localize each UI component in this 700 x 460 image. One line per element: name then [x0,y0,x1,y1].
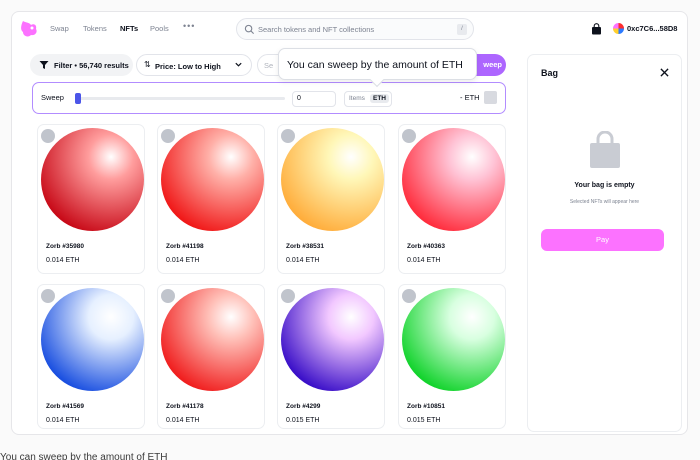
close-icon[interactable] [660,68,669,77]
nft-card[interactable]: Zorb #35980 0.014 ETH [37,124,145,274]
download-icon[interactable] [281,129,295,143]
nav-swap[interactable]: Swap [50,24,69,33]
download-icon[interactable] [281,289,295,303]
app-window: Swap Tokens NFTs Pools ••• / 0xc7C6...58… [11,11,688,435]
caption-text: You can sweep by the amount of ETH [0,452,168,460]
collection-search-placeholder: Se [264,61,274,70]
pay-button[interactable]: Pay [541,229,664,251]
nft-price: 0.015 ETH [286,417,320,424]
zorb-orb [281,128,384,231]
uniswap-logo-icon[interactable] [17,17,41,41]
download-icon[interactable] [402,289,416,303]
zorb-orb [41,128,144,231]
sweep-label: Sweep [41,93,64,102]
chevron-down-icon [235,62,242,67]
nft-card[interactable]: Zorb #10851 0.015 ETH [398,284,506,429]
tooltip-text: You can sweep by the amount of ETH [287,59,463,71]
nft-card[interactable]: Zorb #41178 0.014 ETH [157,284,265,429]
sweep-eth-total: - ETH [460,93,480,102]
sort-dropdown[interactable]: ⇅ Price: Low to High [136,54,252,76]
nft-price: 0.015 ETH [407,417,441,424]
bag-icon[interactable] [591,23,602,35]
search-input[interactable] [258,23,448,36]
sweep-unit-toggle[interactable]: Items ETH [344,91,392,107]
zorb-orb [161,128,264,231]
sweep-checkbox[interactable] [484,91,497,104]
nft-name: Zorb #10851 [407,403,445,410]
more-menu-icon[interactable]: ••• [183,21,195,31]
zorb-orb [281,288,384,391]
bag-empty-subtext: Selected NFTs will appear here [569,199,640,205]
search-shortcut-key: / [457,24,467,35]
nft-price: 0.014 ETH [166,417,200,424]
zorb-orb [402,288,505,391]
empty-bag-icon [590,131,620,168]
nft-image[interactable] [399,125,505,233]
pay-button-label: Pay [596,235,609,244]
sweep-button-label: weep [483,60,502,69]
download-icon[interactable] [161,289,175,303]
nav-nfts[interactable]: NFTs [120,24,138,33]
nft-card[interactable]: Zorb #41198 0.014 ETH [157,124,265,274]
global-search[interactable]: / [236,18,474,40]
nft-price: 0.014 ETH [46,257,80,264]
nft-card[interactable]: Zorb #40363 0.014 ETH [398,124,506,274]
download-icon[interactable] [161,129,175,143]
top-nav: Swap Tokens NFTs Pools ••• / 0xc7C6...58… [12,12,687,50]
nft-name: Zorb #41178 [166,403,204,410]
zorb-orb [402,128,505,231]
nft-image[interactable] [399,285,505,393]
nft-price: 0.014 ETH [286,257,320,264]
wallet-address[interactable]: 0xc7C6...58D8 [627,24,677,33]
nft-image[interactable] [278,285,384,393]
bag-title: Bag [541,68,559,78]
filter-icon [39,61,49,69]
bag-empty-text: Your bag is empty [574,182,635,189]
nft-image[interactable] [158,285,264,393]
sort-arrows-icon: ⇅ [144,60,151,69]
nft-name: Zorb #35980 [46,243,84,250]
bag-panel: Bag Your bag is empty Selected NFTs will… [527,54,682,432]
filter-button[interactable]: Filter • 56,740 results [30,54,133,76]
nft-card[interactable]: Zorb #38531 0.014 ETH [277,124,385,274]
sweep-panel: Sweep 0 Items ETH - ETH [32,82,506,114]
nav-tokens[interactable]: Tokens [83,24,107,33]
zorb-orb [161,288,264,391]
nft-image[interactable] [158,125,264,233]
nft-name: Zorb #38531 [286,243,324,250]
sort-label: Price: Low to High [155,62,221,71]
nft-name: Zorb #41569 [46,403,84,410]
toggle-eth[interactable]: ETH [370,94,389,103]
download-icon[interactable] [402,129,416,143]
nft-name: Zorb #40363 [407,243,445,250]
wallet-avatar[interactable] [613,23,624,34]
nft-image[interactable] [38,125,144,233]
sweep-amount-input[interactable]: 0 [292,91,336,107]
nft-price: 0.014 ETH [166,257,200,264]
nav-pools[interactable]: Pools [150,24,169,33]
nft-price: 0.014 ETH [407,257,441,264]
nft-name: Zorb #41198 [166,243,204,250]
download-icon[interactable] [41,289,55,303]
download-icon[interactable] [41,129,55,143]
nft-price: 0.014 ETH [46,417,80,424]
sweep-slider-thumb[interactable] [75,93,81,104]
toggle-items[interactable]: Items [349,95,365,102]
sweep-tooltip: You can sweep by the amount of ETH [278,48,477,88]
filter-label: Filter • 56,740 results [54,61,129,70]
search-icon [244,24,255,35]
nft-card[interactable]: Zorb #41569 0.014 ETH [37,284,145,429]
sweep-slider-track[interactable] [75,97,285,100]
nft-card[interactable]: Zorb #4299 0.015 ETH [277,284,385,429]
nft-name: Zorb #4299 [286,403,321,410]
nft-image[interactable] [278,125,384,233]
nft-image[interactable] [38,285,144,393]
zorb-orb [41,288,144,391]
